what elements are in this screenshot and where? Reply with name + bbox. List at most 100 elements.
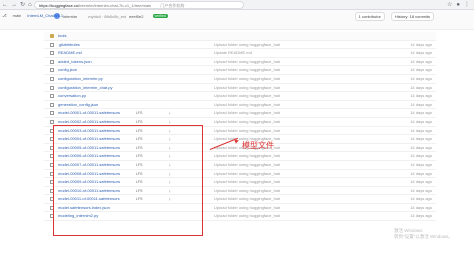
commit-date: 14 days ago — [410, 58, 432, 64]
commit-date: 14 days ago — [410, 153, 432, 159]
file-row[interactable]: added_tokens.json Upload folder using hug… — [44, 58, 436, 67]
file-icon — [50, 119, 54, 124]
commit-date: 14 days ago — [410, 136, 432, 142]
file-row[interactable]: config.json Upload folder using huggingfa… — [44, 66, 436, 75]
commit-message[interactable]: Upload folder using huggingface_hub — [214, 118, 280, 126]
commit-hash[interactable]: eeef0e2 — [129, 14, 143, 19]
file-name-link[interactable]: configuration_internlm.py — [58, 75, 103, 83]
file-row[interactable]: configuration_internlm.py Upload folder u… — [44, 75, 436, 84]
file-icon — [50, 42, 54, 47]
commit-message[interactable]: Upload folder using huggingface_hub — [214, 170, 280, 178]
repo-name: InternLM_Chat/V1.1 — [27, 13, 64, 18]
file-icon — [50, 94, 54, 99]
commit-message[interactable]: Upload folder using huggingface_hub — [214, 204, 280, 212]
file-name-link[interactable]: generation_config.json — [58, 101, 98, 109]
home-icon[interactable]: ⌂ — [28, 1, 32, 9]
commit-date: 14 days ago — [410, 179, 432, 185]
file-name-link[interactable]: .gitattributes — [58, 41, 80, 49]
folder-row[interactable]: tools — [44, 32, 436, 41]
verified-badge: verified — [152, 14, 168, 18]
file-name-link[interactable]: conversation.py — [58, 92, 86, 100]
commit-date: 14 days ago — [410, 127, 432, 133]
commit-date: 14 days ago — [410, 196, 432, 202]
commit-message[interactable]: Update README.md — [214, 49, 252, 57]
file-icon — [50, 68, 54, 73]
forward-icon[interactable]: → — [11, 1, 17, 9]
address-bar[interactable]: https://huggingface.co/internlm/internlm… — [34, 1, 244, 9]
back-icon[interactable]: ← — [2, 1, 8, 9]
commit-message[interactable]: Upload folder using huggingface_hub — [214, 127, 280, 135]
file-row[interactable]: model-00001-of-00011.safetensors LFS ⤓ Uplo… — [44, 109, 436, 118]
lfs-badge: LFS — [136, 111, 143, 116]
commit-message[interactable]: Upload folder using huggingface_hub — [214, 178, 280, 186]
branch-selector-row: ⎇ main InternLM_Chat/V1.1 — [2, 13, 63, 18]
annotation-label: 模型文件 — [242, 141, 274, 150]
commit-message[interactable]: Upload folder using huggingface_hub — [214, 195, 280, 203]
file-name-link[interactable]: added_tokens.json — [58, 58, 92, 66]
file-icon — [50, 102, 54, 107]
commit-date: 14 days ago — [410, 67, 432, 73]
commit-message[interactable]: Upload folder using huggingface_hub — [214, 109, 280, 117]
file-row[interactable]: conversation.py Upload folder using huggi… — [44, 92, 436, 101]
commit-message[interactable]: Upload folder using huggingface_hub — [214, 212, 280, 220]
file-name-link[interactable]: configuration_internlm_chat.py — [58, 84, 112, 92]
commit-date: 14 days ago — [410, 161, 432, 167]
file-name-link[interactable]: tools — [58, 32, 66, 40]
commit-message[interactable]: Upload folder using huggingface_hub — [214, 84, 280, 92]
commit-date: 14 days ago — [410, 93, 432, 99]
commit-date: 14 days ago — [410, 204, 432, 210]
tab-hint: 门户合作机构 — [160, 3, 185, 8]
repo-header: internlm myhloli · 8fb5c0b_ext eeef0e2 v… — [0, 10, 474, 30]
menu-icon[interactable]: ⋮ — [464, 1, 470, 9]
file-row[interactable]: generation_config.json Upload folder usin… — [44, 101, 436, 110]
commit-message: myhloli · 8fb5c0b_ext — [88, 13, 127, 19]
watermark-line2: 转到"设置"以激活 Windows。 — [394, 234, 453, 239]
commit-date: 14 days ago — [410, 110, 432, 116]
file-row[interactable]: .gitattributes Upload folder using huggin… — [44, 41, 436, 50]
file-icon — [50, 59, 54, 64]
commit-date: 14 days ago — [410, 213, 432, 219]
file-name-link[interactable]: model-00001-of-00011.safetensors — [58, 109, 120, 117]
commit-date: 14 days ago — [410, 144, 432, 150]
commit-message[interactable]: Upload folder using huggingface_hub — [214, 92, 280, 100]
profile-icon[interactable]: ● — [456, 1, 460, 9]
commit-date: 14 days ago — [410, 170, 432, 176]
url-path: internlm/internlm-chat-7b-v1_1/tree/main — [79, 3, 152, 8]
latest-commit: internlm myhloli · 8fb5c0b_ext eeef0e2 v… — [54, 13, 168, 19]
nav-controls: ← → ↻ ⌂ — [2, 1, 32, 9]
commit-message[interactable]: Upload folder using huggingface_hub — [214, 41, 280, 49]
file-icon — [50, 76, 54, 81]
commit-message[interactable]: Upload folder using huggingface_hub — [214, 75, 280, 83]
file-name-link[interactable]: config.json — [58, 66, 77, 74]
commit-date: 14 days ago — [410, 84, 432, 90]
file-icon — [50, 111, 54, 116]
commit-message[interactable]: Upload folder using huggingface_hub — [214, 161, 280, 169]
folder-icon — [50, 34, 54, 38]
commit-message[interactable]: Upload folder using huggingface_hub — [214, 58, 280, 66]
browser-toolbar: ← → ↻ ⌂ https://huggingface.co/internlm/… — [0, 0, 474, 10]
annotation-box — [53, 125, 203, 236]
download-icon[interactable]: ⤓ — [169, 109, 171, 117]
commit-message[interactable]: Upload folder using huggingface_hub — [214, 152, 280, 160]
commit-date: 14 days ago — [410, 75, 432, 81]
history-button[interactable]: History: 18 commits — [390, 12, 434, 21]
branch-selector[interactable]: main — [13, 13, 22, 18]
file-icon — [50, 51, 54, 56]
repo-stats: 1 contributor History: 18 commits — [354, 12, 434, 21]
star-icon[interactable]: ☆ — [447, 1, 452, 9]
reload-icon[interactable]: ↻ — [20, 1, 25, 9]
file-row[interactable]: README.md Update README.md 14 days ago — [44, 49, 436, 58]
commit-message[interactable]: Upload folder using huggingface_hub — [214, 66, 280, 74]
commit-message[interactable]: Upload folder using huggingface_hub — [214, 187, 280, 195]
repo-owner[interactable]: internlm — [63, 14, 77, 19]
commit-message[interactable]: Upload folder using huggingface_hub — [214, 101, 280, 109]
commit-date: 14 days ago — [410, 187, 432, 193]
branch-icon: ⎇ — [2, 13, 7, 18]
contributors-button[interactable]: 1 contributor — [354, 12, 385, 21]
browser-actions: ☆ ● ⋮ — [447, 1, 470, 9]
commit-date: 14 days ago — [410, 101, 432, 107]
file-row[interactable]: configuration_internlm_chat.py Upload fol… — [44, 84, 436, 93]
commit-date: 14 days ago — [410, 41, 432, 47]
file-name-link[interactable]: README.md — [58, 49, 82, 57]
commit-date: 14 days ago — [410, 50, 432, 56]
